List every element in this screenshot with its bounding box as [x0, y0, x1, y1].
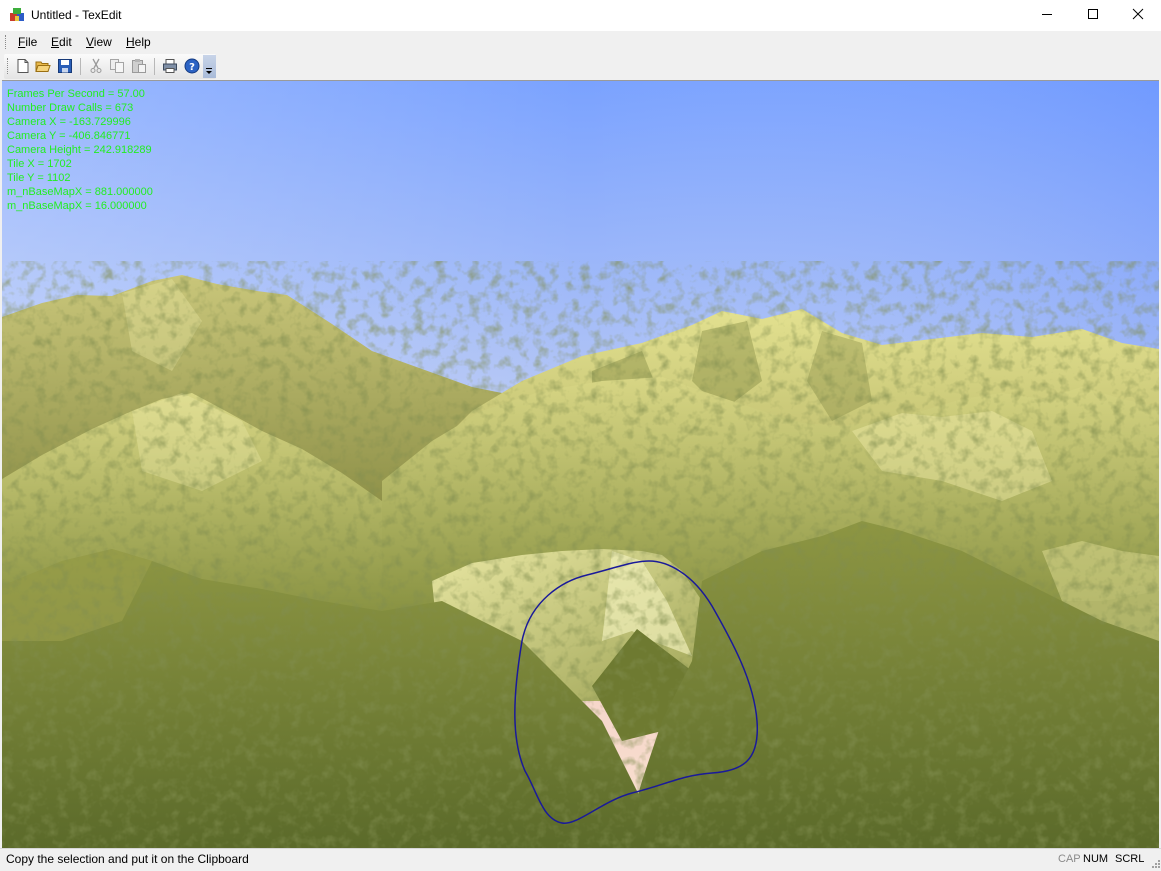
toolbar-grip-handle[interactable]	[7, 58, 10, 74]
help-button[interactable]: ?	[182, 57, 202, 77]
window-title: Untitled - TexEdit	[31, 8, 122, 22]
num-lock-indicator: NUM	[1083, 853, 1109, 865]
menu-file[interactable]: File	[18, 35, 37, 49]
toolbar-separator	[80, 58, 81, 75]
close-icon	[1132, 8, 1144, 23]
menu-file-label: ile	[25, 35, 38, 49]
overlay-line: Camera X = -163.729996	[7, 116, 131, 128]
menu-edit-label: dit	[59, 35, 72, 49]
menu-help-mnemonic: H	[126, 35, 135, 49]
overlay-line: Tile X = 1702	[7, 158, 72, 170]
new-icon	[15, 58, 31, 77]
overlay-line: Tile Y = 1102	[7, 172, 71, 184]
copy-button[interactable]	[107, 57, 127, 77]
resize-grip-icon[interactable]	[1150, 857, 1160, 868]
minimize-icon	[1041, 8, 1053, 23]
scroll-lock-indicator: SCRL	[1115, 853, 1145, 865]
paste-button[interactable]	[129, 57, 149, 77]
toolbar-separator	[154, 58, 155, 75]
save-button[interactable]	[55, 57, 75, 77]
maximize-button[interactable]	[1070, 0, 1116, 31]
menu-edit-mnemonic: E	[51, 35, 60, 49]
copy-icon	[109, 58, 125, 77]
cut-icon	[88, 58, 104, 77]
status-bar: Copy the selection and put it on the Cli…	[0, 848, 1161, 868]
maximize-icon	[1087, 8, 1099, 23]
toolbar: ?	[0, 53, 1161, 80]
help-icon: ?	[184, 58, 200, 77]
chevron-down-icon	[205, 64, 214, 78]
toolbar-overflow-button[interactable]	[203, 55, 216, 78]
menu-bar: File Edit View Help	[0, 31, 1161, 53]
overlay-line: Frames Per Second = 57.00	[7, 88, 145, 100]
terrain-scene	[2, 81, 1159, 848]
title-bar: Untitled - TexEdit	[0, 0, 1161, 31]
overlay-line: m_nBaseMapX = 16.000000	[7, 200, 147, 212]
overlay-line: Number Draw Calls = 673	[7, 102, 134, 114]
menu-view[interactable]: View	[86, 35, 112, 49]
menu-edit[interactable]: Edit	[51, 35, 72, 49]
new-button[interactable]	[13, 57, 33, 77]
menu-grip-handle[interactable]	[5, 35, 8, 49]
open-icon	[35, 58, 51, 77]
menu-help-label: elp	[134, 35, 151, 49]
status-message: Copy the selection and put it on the Cli…	[6, 852, 249, 866]
menu-help[interactable]: Help	[126, 35, 151, 49]
print-button[interactable]	[160, 57, 180, 77]
terrain-viewport[interactable]: Frames Per Second = 57.00 Number Draw Ca…	[2, 80, 1159, 848]
print-icon	[162, 58, 178, 77]
menu-view-mnemonic: V	[86, 35, 94, 49]
save-icon	[57, 58, 73, 77]
minimize-button[interactable]	[1024, 0, 1070, 31]
texedit-app-icon[interactable]	[9, 7, 25, 23]
toolbar-strip: ?	[4, 54, 216, 79]
svg-text:?: ?	[189, 62, 195, 73]
close-button[interactable]	[1115, 0, 1161, 31]
overlay-line: Camera Y = -406.846771	[7, 130, 131, 142]
debug-overlay: Frames Per Second = 57.00 Number Draw Ca…	[7, 87, 153, 213]
overlay-line: m_nBaseMapX = 881.000000	[7, 186, 153, 198]
menu-view-label: iew	[93, 35, 112, 49]
paste-icon	[131, 58, 147, 77]
overlay-line: Camera Height = 242.918289	[7, 144, 152, 156]
open-button[interactable]	[33, 57, 53, 77]
cut-button[interactable]	[86, 57, 106, 77]
